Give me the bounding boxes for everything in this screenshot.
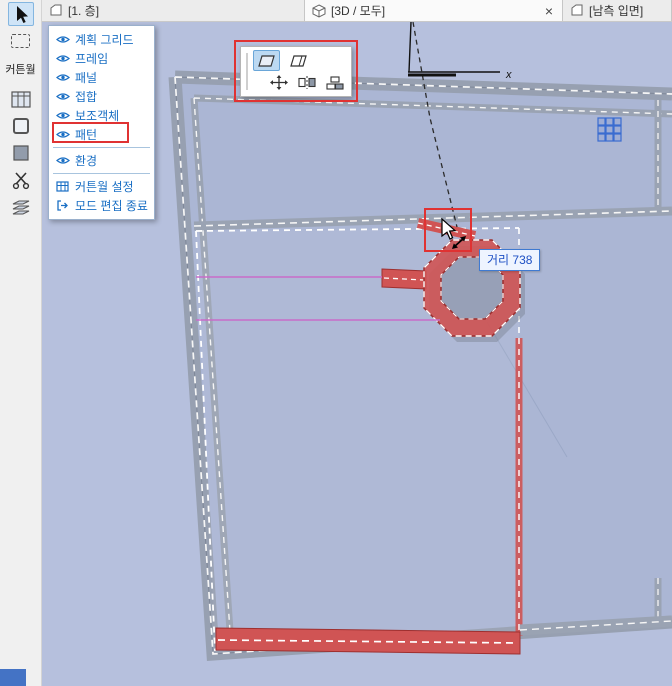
panel-item-panel[interactable]: 패널 xyxy=(49,68,154,87)
panel-item-label: 패널 xyxy=(75,69,97,86)
curtain-wall-group-label: 커튼월 xyxy=(0,61,41,77)
tab-label: [1. 층] xyxy=(68,2,99,19)
tab-floor-plan[interactable]: [1. 층] xyxy=(42,0,305,21)
panel-item-label: 프레임 xyxy=(75,50,108,67)
visibility-panel: 계획 그리드 프레임 패널 접합 보조객체 패턴 xyxy=(48,25,155,220)
frame-tool[interactable] xyxy=(8,114,34,138)
eye-icon xyxy=(55,155,70,166)
eye-icon xyxy=(55,72,70,83)
viewport-3d[interactable]: x 계획 그리드 프레임 패널 xyxy=(42,22,672,686)
marquee-icon xyxy=(11,34,30,48)
panel-item-label: 패턴 xyxy=(75,126,97,143)
selected-stub-frame[interactable] xyxy=(382,269,426,289)
layer-stack-icon xyxy=(10,197,32,217)
toolbox: 커튼월 xyxy=(0,0,42,686)
x-axis-label: x xyxy=(505,69,512,81)
tab-label: [남측 입면] xyxy=(589,2,643,19)
curtain-grid-icon xyxy=(10,90,32,109)
panel-item-environment[interactable]: 환경 xyxy=(49,151,154,170)
mirror-icon xyxy=(298,76,316,89)
accessory-tool[interactable] xyxy=(8,195,34,219)
curtain-wall-grid-tool[interactable] xyxy=(8,87,34,111)
panel-item-curtain-wall-settings[interactable]: 커튼월 설정 xyxy=(49,177,154,196)
scissors-icon xyxy=(11,170,31,190)
multiply-button[interactable] xyxy=(323,73,346,92)
palette-drag-handle[interactable] xyxy=(246,53,248,90)
app-window: [1. 층] [3D / 모두] × [남측 입면] 커튼월 xyxy=(0,0,672,686)
panel-item-label: 커튼월 설정 xyxy=(75,178,134,195)
boundary-mode-button[interactable] xyxy=(253,50,280,71)
panel-item-frame[interactable]: 프레임 xyxy=(49,49,154,68)
move-arrows-icon xyxy=(270,75,288,90)
tab-label: [3D / 모두] xyxy=(331,2,385,19)
mirror-button[interactable] xyxy=(295,73,318,92)
panel-item-exit-edit-mode[interactable]: 모드 편집 종료 xyxy=(49,196,154,215)
tab-close-icon[interactable]: × xyxy=(543,4,555,18)
junction-tool[interactable] xyxy=(8,168,34,192)
boundary-offset-button[interactable] xyxy=(285,50,312,71)
panel-item-pattern[interactable]: 패턴 xyxy=(49,125,154,144)
boundary-offset-icon xyxy=(289,54,308,68)
grid-marker-icon[interactable] xyxy=(598,118,621,141)
multiply-icon xyxy=(326,76,344,90)
separator xyxy=(53,147,150,148)
boundary-icon xyxy=(257,54,276,68)
marquee-tool-button[interactable] xyxy=(8,29,34,53)
floor-plan-icon xyxy=(49,4,63,17)
panel-tool[interactable] xyxy=(8,141,34,165)
panel-item-plan-grid[interactable]: 계획 그리드 xyxy=(49,30,154,49)
move-button[interactable] xyxy=(267,73,290,92)
panel-item-label: 환경 xyxy=(75,152,97,169)
elevation-icon xyxy=(570,4,584,17)
exit-door-icon xyxy=(55,200,70,211)
filled-panel-icon xyxy=(11,143,31,163)
frame-outline-icon xyxy=(11,116,31,136)
pane-corner-widget[interactable] xyxy=(0,669,26,686)
select-arrow-icon xyxy=(11,4,31,24)
panel-item-label: 보조객체 xyxy=(75,107,119,124)
panel-item-junction[interactable]: 접합 xyxy=(49,87,154,106)
cube-3d-icon xyxy=(312,4,326,18)
panel-item-label: 접합 xyxy=(75,88,97,105)
eye-icon xyxy=(55,91,70,102)
distance-tooltip: 거리 738 xyxy=(479,249,540,271)
eye-icon xyxy=(55,110,70,121)
tab-elevation[interactable]: [남측 입면] xyxy=(563,0,672,21)
eye-icon xyxy=(55,34,70,45)
tab-bar: [1. 층] [3D / 모두] × [남측 입면] xyxy=(42,0,672,22)
panel-item-accessory[interactable]: 보조객체 xyxy=(49,106,154,125)
panel-item-label: 계획 그리드 xyxy=(75,31,134,48)
select-tool-button[interactable] xyxy=(8,2,34,26)
eye-icon xyxy=(55,129,70,140)
separator xyxy=(53,173,150,174)
eye-icon xyxy=(55,53,70,64)
settings-grid-icon xyxy=(55,181,70,192)
pet-palette xyxy=(240,46,352,97)
tab-3d-view[interactable]: [3D / 모두] × xyxy=(305,0,563,21)
panel-item-label: 모드 편집 종료 xyxy=(75,197,148,214)
